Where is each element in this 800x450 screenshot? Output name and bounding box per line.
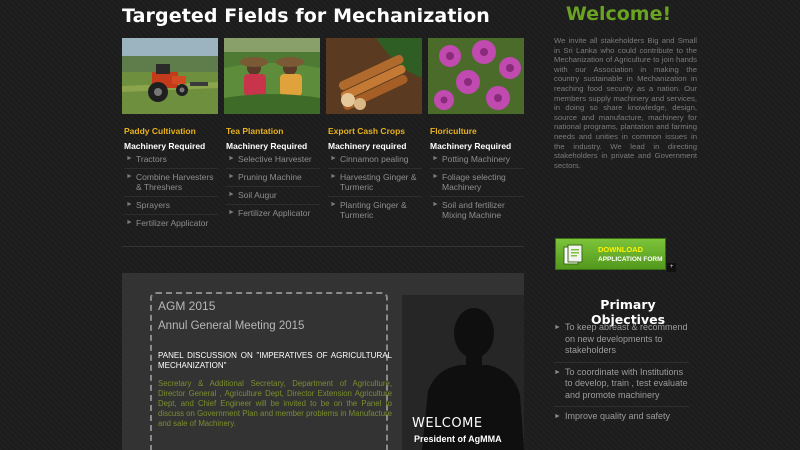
machinery-heading: Machinery Required	[226, 141, 308, 151]
machinery-list: ► Cinnamon pealing ► Harvesting Ginger & T…	[328, 151, 422, 224]
field-tea: Tea Plantation Machinery Required ► Selec…	[224, 38, 320, 218]
list-item[interactable]: ► Selective Harvester	[226, 151, 320, 169]
field-title[interactable]: Tea Plantation	[226, 126, 283, 136]
chevron-right-icon: ►	[228, 191, 235, 198]
orchid-image[interactable]	[428, 38, 524, 114]
panel-discussion-heading: PANEL DISCUSSION ON "IMPERATIVES OF AGRI…	[158, 351, 392, 370]
welcome-title: Welcome!	[565, 3, 672, 25]
chevron-right-icon: ►	[554, 324, 561, 331]
chevron-right-icon: ►	[554, 413, 561, 420]
machinery-list: ► Tractors ► Combine Harvesters & Thresher…	[124, 151, 218, 232]
list-item[interactable]: ► To coordinate with Institutions to deve…	[554, 363, 689, 407]
list-item[interactable]: ► Soil and fertilizer Mixing Machine	[430, 197, 524, 224]
paddy-image[interactable]	[122, 38, 218, 114]
president-caption: President of AgMMA	[414, 434, 502, 444]
list-item[interactable]: ► Combine Harvesters & Threshers	[124, 169, 218, 197]
agm-subtitle: Annul General Meeting 2015	[158, 320, 305, 332]
welcome-caption: WELCOME	[412, 416, 483, 431]
list-item[interactable]: ► Tractors	[124, 151, 218, 169]
chevron-right-icon: ►	[554, 368, 561, 376]
list-item[interactable]: ► Planting Ginger & Turmeric	[328, 197, 422, 224]
list-item[interactable]: ► Fertilizer Applicator	[124, 215, 218, 232]
download-application-form-button[interactable]: DOWNLOAD APPLICATION FORM	[555, 238, 666, 270]
field-title[interactable]: Paddy Cultivation	[124, 126, 196, 136]
chevron-right-icon: ►	[228, 173, 235, 180]
chevron-right-icon: ►	[330, 201, 337, 208]
agm-year[interactable]: AGM 2015	[158, 299, 215, 313]
divider	[122, 246, 524, 247]
welcome-text: We invite all stakeholders Big and Small…	[554, 36, 697, 170]
field-title[interactable]: Floriculture	[430, 126, 477, 136]
download-form-icon	[562, 244, 586, 266]
objectives-list: ► To keep abreast & recommend on new deve…	[554, 318, 689, 428]
list-item[interactable]: ► Harvesting Ginger & Turmeric	[328, 169, 422, 197]
chevron-right-icon: ►	[432, 201, 439, 208]
chevron-right-icon: ►	[330, 173, 337, 180]
chevron-right-icon: ►	[126, 219, 133, 226]
chevron-right-icon: ►	[330, 155, 337, 162]
cinnamon-image[interactable]	[326, 38, 422, 114]
list-item[interactable]: ► Potting Machinery	[430, 151, 524, 169]
chevron-right-icon: ►	[126, 201, 133, 208]
agm-feature-panel: AGM 2015 Annul General Meeting 2015 PANE…	[122, 273, 524, 450]
chevron-right-icon: ►	[228, 155, 235, 162]
chevron-right-icon: ►	[432, 155, 439, 162]
machinery-list: ► Selective Harvester ► Pruning Machine ► S…	[226, 151, 320, 222]
field-export-cash-crops: Export Cash Crops Machinery required ► Ci…	[326, 38, 422, 220]
tea-image[interactable]	[224, 38, 320, 114]
machinery-heading: Machinery required	[328, 141, 407, 151]
page: Targeted Fields for Mechanization Paddy …	[0, 0, 800, 450]
machinery-heading: Machinery Required	[430, 141, 512, 151]
panel-discussion-body: Secretary & Additional Secretary, Depart…	[158, 379, 392, 428]
list-item[interactable]: ► Soil Augur	[226, 187, 320, 205]
field-paddy: Paddy Cultivation Machinery Required ► Tr…	[122, 38, 218, 228]
list-item[interactable]: ► Fertilizer Applicator	[226, 205, 320, 222]
list-item[interactable]: ► Foliage selecting Machinery	[430, 169, 524, 197]
chevron-right-icon: ►	[228, 209, 235, 216]
download-label: DOWNLOAD	[598, 245, 643, 254]
field-floriculture: Floriculture Machinery Required ► Potting…	[428, 38, 524, 220]
chevron-right-icon: ►	[126, 173, 133, 180]
chevron-right-icon: ►	[432, 173, 439, 180]
list-item[interactable]: ► To keep abreast & recommend on new deve…	[554, 318, 689, 363]
list-item[interactable]: ► Sprayers	[124, 197, 218, 215]
list-item[interactable]: ► Pruning Machine	[226, 169, 320, 187]
list-item[interactable]: ► Cinnamon pealing	[328, 151, 422, 169]
list-item[interactable]: ► Improve quality and safety	[554, 407, 689, 428]
page-title: Targeted Fields for Mechanization	[122, 5, 490, 27]
chevron-right-icon: ►	[126, 155, 133, 162]
corner-plus-icon: +	[667, 263, 676, 272]
machinery-list: ► Potting Machinery ► Foliage selecting Ma…	[430, 151, 524, 224]
application-form-label: APPLICATION FORM	[598, 256, 663, 263]
machinery-heading: Machinery Required	[124, 141, 206, 151]
field-title[interactable]: Export Cash Crops	[328, 126, 405, 136]
